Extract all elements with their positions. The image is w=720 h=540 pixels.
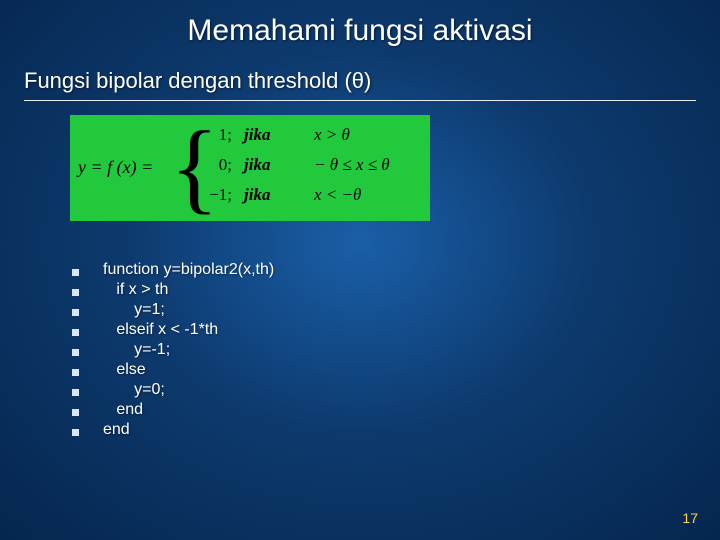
bullet-icon — [72, 329, 79, 336]
code-text: else — [103, 361, 146, 379]
equation-condition: x > θ — [294, 125, 350, 145]
bullet-icon — [72, 369, 79, 376]
code-text: end — [103, 421, 130, 439]
code-text: end — [103, 401, 143, 419]
list-item: function y=bipolar2(x,th) — [72, 261, 720, 279]
bullet-icon — [72, 309, 79, 316]
equation-condition: − θ ≤ x ≤ θ — [294, 155, 390, 175]
code-text: y=-1; — [103, 341, 170, 359]
code-text: y=1; — [103, 301, 165, 319]
equation-box: y = f (x) = { 1; jika x > θ 0; jika − θ … — [70, 115, 430, 221]
slide-title: Memahami fungsi aktivasi — [0, 0, 720, 48]
equation-value: 1; — [196, 125, 236, 145]
equation-rows: 1; jika x > θ 0; jika − θ ≤ x ≤ θ −1; ji… — [196, 125, 390, 215]
bullet-icon — [72, 429, 79, 436]
page-number: 17 — [682, 510, 698, 526]
list-item: end — [72, 401, 720, 419]
equation-row: 1; jika x > θ — [196, 125, 390, 155]
code-text: elseif x < -1*th — [103, 321, 218, 339]
code-text: y=0; — [103, 381, 165, 399]
list-item: y=1; — [72, 301, 720, 319]
list-item: y=0; — [72, 381, 720, 399]
slide-subtitle: Fungsi bipolar dengan threshold (θ) — [24, 68, 720, 94]
equation-keyword: jika — [236, 125, 294, 145]
list-item: if x > th — [72, 281, 720, 299]
code-text: function y=bipolar2(x,th) — [103, 261, 274, 279]
bullet-icon — [72, 289, 79, 296]
bullet-icon — [72, 409, 79, 416]
equation-keyword: jika — [236, 155, 294, 175]
bullet-icon — [72, 389, 79, 396]
divider — [24, 100, 696, 101]
list-item: end — [72, 421, 720, 439]
list-item: elseif x < -1*th — [72, 321, 720, 339]
list-item: y=-1; — [72, 341, 720, 359]
equation-value: 0; — [196, 155, 236, 175]
equation-condition: x < −θ — [294, 185, 361, 205]
equation-row: −1; jika x < −θ — [196, 185, 390, 215]
equation-row: 0; jika − θ ≤ x ≤ θ — [196, 155, 390, 185]
equation-value: −1; — [196, 185, 236, 205]
equation-lhs: y = f (x) = — [78, 157, 153, 178]
list-item: else — [72, 361, 720, 379]
code-block: function y=bipolar2(x,th) if x > th y=1;… — [72, 261, 720, 439]
equation-keyword: jika — [236, 185, 294, 205]
code-text: if x > th — [103, 281, 168, 299]
bullet-icon — [72, 269, 79, 276]
bullet-icon — [72, 349, 79, 356]
